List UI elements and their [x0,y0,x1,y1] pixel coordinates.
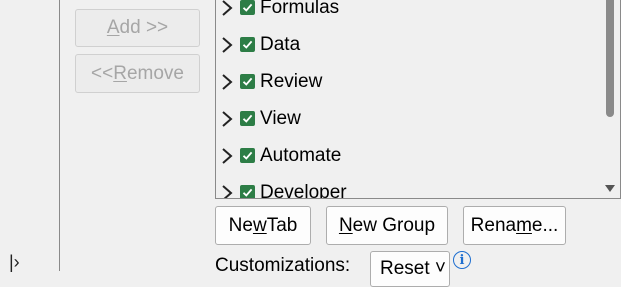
checkbox-checked-icon[interactable] [240,111,255,126]
tree-item-label: Automate [260,144,342,166]
tree-item[interactable]: Data [216,26,300,63]
rename-button-prefix: Rena [470,214,517,236]
customizations-label: Customizations: [215,255,351,276]
scrollbar-thumb[interactable] [606,0,614,117]
tree-item-label: View [260,107,301,129]
remove-button[interactable]: << Remove [75,54,200,93]
expand-caret-icon[interactable]: |› [9,253,20,271]
chevron-right-icon[interactable] [221,146,233,166]
add-button-accel: A [106,17,120,38]
rename-button-rest: e... [531,214,559,236]
chevron-right-icon[interactable] [221,35,233,55]
tree-item[interactable]: Review [216,63,322,100]
new-tab-button-rest: Tab [266,214,298,236]
new-tab-button-prefix: Ne [228,214,253,236]
left-panel [0,0,60,271]
checkbox-checked-icon[interactable] [240,185,255,198]
ribbon-tabs-tree[interactable]: Formulas Data Review View Automate Devel… [215,0,621,199]
info-icon[interactable]: i [453,251,471,269]
checkbox-checked-icon[interactable] [240,0,255,15]
reset-button[interactable]: Reset ˅ [370,251,450,287]
new-group-button[interactable]: New Group [326,206,448,245]
new-tab-button-accel: w [252,214,267,236]
chevron-right-icon[interactable] [221,109,233,129]
rename-button[interactable]: Rena m e... [463,206,566,245]
rename-button-accel: m [516,214,532,236]
tree-item[interactable]: View [216,100,301,137]
new-group-button-rest: ew Group [352,214,436,236]
scroll-down-arrow-icon[interactable] [605,185,615,192]
chevron-right-icon[interactable] [221,183,233,200]
new-group-button-accel: N [338,214,353,236]
chevron-right-icon[interactable] [221,0,233,18]
tree-item[interactable]: Automate [216,137,341,174]
tree-item-label: Developer [260,181,347,199]
remove-button-prefix: << [91,62,114,84]
checkbox-checked-icon[interactable] [240,74,255,89]
new-tab-button[interactable]: Ne w Tab [215,206,311,245]
tree-item-label: Data [260,33,301,55]
chevron-right-icon[interactable] [221,72,233,92]
add-button-rest: dd >> [119,17,169,38]
tree-item-label: Formulas [260,0,340,18]
tree-item[interactable]: Formulas [216,0,339,26]
checkbox-checked-icon[interactable] [240,148,255,163]
remove-button-rest: emove [126,62,184,84]
remove-button-accel: R [113,62,127,84]
tree-item[interactable]: Developer [216,174,347,200]
vertical-scrollbar[interactable] [600,0,620,198]
tree-item-label: Review [260,70,323,92]
add-button[interactable]: Add >> [75,9,200,47]
checkbox-checked-icon[interactable] [240,37,255,52]
